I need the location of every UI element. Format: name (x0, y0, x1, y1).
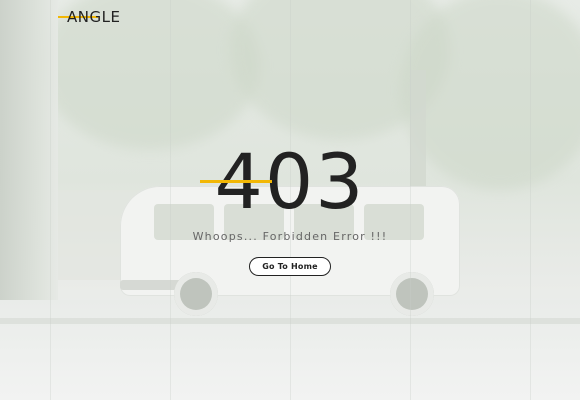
error-message: Whoops... Forbidden Error !!! (192, 230, 388, 243)
go-home-button[interactable]: Go To Home (249, 257, 331, 276)
error-code-accent-bar (200, 180, 273, 183)
logo-text: ANGLE (67, 8, 121, 26)
error-block: 403 Whoops... Forbidden Error !!! Go To … (0, 140, 580, 276)
van-wheel (174, 272, 218, 316)
error-code-wrap: 403 (200, 140, 365, 224)
van-wheel (390, 272, 434, 316)
